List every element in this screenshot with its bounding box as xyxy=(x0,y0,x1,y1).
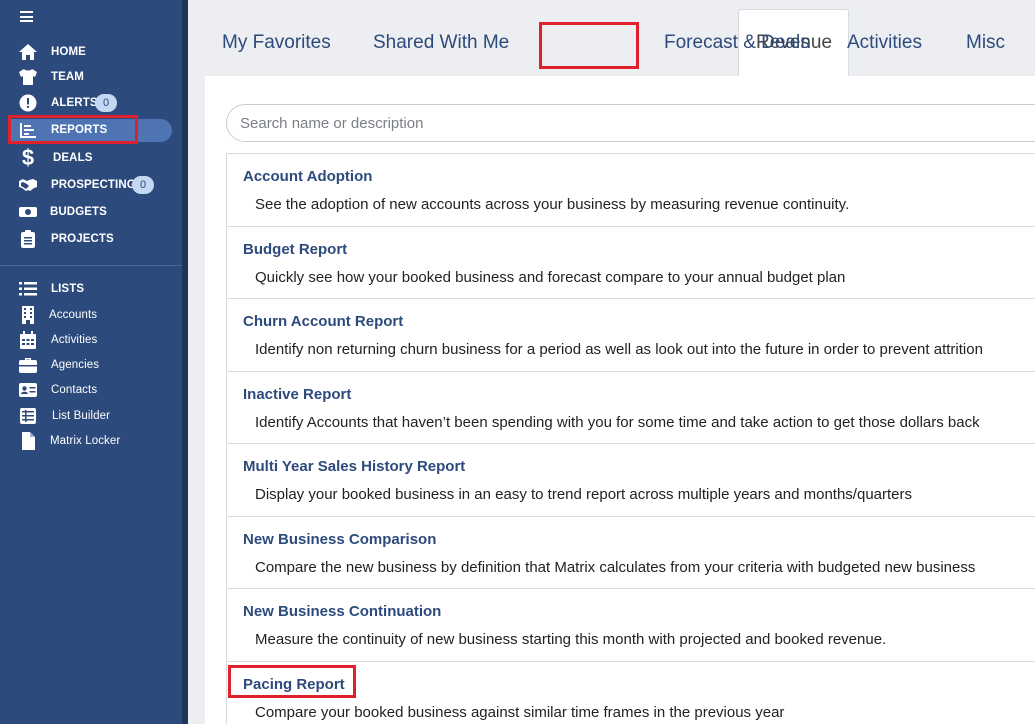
sidebar-item-label: HOME xyxy=(51,46,86,58)
report-description: Display your booked business in an easy … xyxy=(255,486,913,503)
sidebar-item-accounts[interactable]: Accounts xyxy=(0,303,182,327)
list-item: New Business Continuation Measure the co… xyxy=(227,589,1035,662)
sidebar-item-label: ALERTS xyxy=(51,97,98,109)
alert-icon xyxy=(17,92,39,114)
report-description: Identify Accounts that haven’t been spen… xyxy=(255,413,980,431)
briefcase-icon xyxy=(17,354,39,376)
tab-activities[interactable]: Activities xyxy=(847,32,922,54)
sidebar-item-team[interactable]: TEAM xyxy=(0,65,182,89)
alerts-count-badge: 0 xyxy=(95,94,117,112)
report-link[interactable]: Account Adoption xyxy=(243,168,372,185)
sidebar-item-matrix-locker[interactable]: Matrix Locker xyxy=(0,429,182,453)
report-description: Identify non returning churn business fo… xyxy=(255,341,983,358)
sidebar-item-label: TEAM xyxy=(51,71,84,83)
sidebar-item-label: Accounts xyxy=(49,309,98,321)
sidebar-item-contacts[interactable]: Contacts xyxy=(0,378,182,402)
list-item: Inactive Report Identify Accounts that h… xyxy=(227,372,1035,444)
home-icon xyxy=(17,41,39,63)
list-item: Pacing Report Compare your booked busine… xyxy=(227,662,1035,724)
sidebar-item-alerts[interactable]: ALERTS 0 xyxy=(0,91,182,115)
sidebar-item-budgets[interactable]: BUDGETS xyxy=(0,200,182,224)
sidebar-divider xyxy=(0,265,182,266)
report-link[interactable]: New Business Continuation xyxy=(243,603,441,620)
sidebar: HOME TEAM ALERTS 0 REPORTS $ DEALS PROSP… xyxy=(0,0,182,724)
calendar-icon xyxy=(17,329,39,351)
sidebar-item-projects[interactable]: PROJECTS xyxy=(0,227,182,251)
clipboard-icon xyxy=(17,228,39,250)
report-link[interactable]: Churn Account Report xyxy=(243,313,403,330)
handshake-icon xyxy=(17,174,39,196)
sidebar-item-label: BUDGETS xyxy=(50,206,107,218)
report-list: Account Adoption See the adoption of new… xyxy=(226,153,1035,724)
list-item: New Business Comparison Compare the new … xyxy=(227,517,1035,589)
sidebar-item-label: Activities xyxy=(51,334,98,346)
sidebar-item-deals[interactable]: $ DEALS xyxy=(0,145,182,170)
tab-my-favorites[interactable]: My Favorites xyxy=(222,32,331,54)
chart-icon xyxy=(17,119,39,141)
sidebar-item-activities[interactable]: Activities xyxy=(0,328,182,352)
building-icon xyxy=(17,304,39,326)
report-description: Compare the new business by definition t… xyxy=(255,558,976,576)
prospecting-count-badge: 0 xyxy=(132,176,154,194)
list-item: Churn Account Report Identify non return… xyxy=(227,299,1035,372)
report-link[interactable]: Inactive Report xyxy=(243,386,351,403)
report-link[interactable]: Multi Year Sales History Report xyxy=(243,458,465,475)
sidebar-item-prospecting[interactable]: PROSPECTING 0 xyxy=(0,173,182,197)
dollar-icon: $ xyxy=(21,145,35,170)
tab-shared-with-me[interactable]: Shared With Me xyxy=(373,32,509,54)
sidebar-item-label: LISTS xyxy=(51,283,85,295)
sidebar-item-lists[interactable]: LISTS xyxy=(0,277,182,301)
sidebar-item-agencies[interactable]: Agencies xyxy=(0,353,182,377)
report-link[interactable]: Budget Report xyxy=(243,241,347,258)
list-table-icon xyxy=(17,405,39,427)
sidebar-item-label: Contacts xyxy=(51,384,98,396)
sidebar-edge xyxy=(182,0,188,724)
money-icon xyxy=(17,201,39,223)
report-link[interactable]: New Business Comparison xyxy=(243,531,436,548)
sidebar-item-label: PROJECTS xyxy=(51,233,114,245)
contact-card-icon xyxy=(17,379,39,401)
sidebar-item-label: List Builder xyxy=(52,410,111,422)
sidebar-item-label: Matrix Locker xyxy=(50,435,121,447)
file-icon xyxy=(17,430,39,452)
tab-misc[interactable]: Misc xyxy=(966,32,1005,54)
sidebar-item-list-builder[interactable]: List Builder xyxy=(0,404,182,428)
report-link[interactable]: Pacing Report xyxy=(243,676,345,693)
sidebar-item-label: Agencies xyxy=(51,359,100,371)
tab-forecast-deals[interactable]: Forecast & Deals xyxy=(664,32,810,54)
list-icon xyxy=(17,278,39,300)
search-input[interactable]: Search name or description xyxy=(226,104,1035,142)
report-category-tabs: My Favorites Shared With Me Revenue Fore… xyxy=(205,0,1035,77)
list-item: Account Adoption See the adoption of new… xyxy=(227,154,1035,227)
list-item: Budget Report Quickly see how your booke… xyxy=(227,227,1035,299)
sidebar-item-reports[interactable]: REPORTS xyxy=(0,118,182,142)
menu-icon[interactable] xyxy=(20,11,33,22)
report-description: Compare your booked business against sim… xyxy=(255,703,785,721)
report-description: Measure the continuity of new business s… xyxy=(255,631,887,648)
report-panel: Search name or description Account Adopt… xyxy=(205,76,1035,724)
shirt-icon xyxy=(17,66,39,88)
sidebar-item-label: REPORTS xyxy=(51,124,108,136)
report-description: Quickly see how your booked business and… xyxy=(255,268,846,286)
report-description: See the adoption of new accounts across … xyxy=(255,196,850,213)
sidebar-item-label: PROSPECTING xyxy=(51,179,136,191)
list-item: Multi Year Sales History Report Display … xyxy=(227,444,1035,517)
sidebar-item-home[interactable]: HOME xyxy=(0,40,182,64)
sidebar-item-label: DEALS xyxy=(53,152,93,164)
